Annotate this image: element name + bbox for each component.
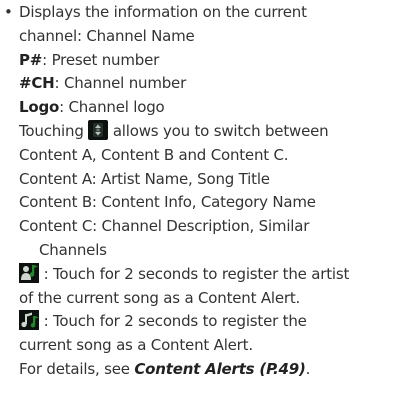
definition-term: #CH [19,74,55,93]
song-alert-line-2: current song as a Content Alert. [0,334,412,358]
details-suffix: . [305,359,311,378]
definition-term: P# [19,50,43,69]
content-a-line: Content A: Artist Name, Song Title [0,168,412,192]
content-c-text-1: Content C: Channel Description, Similar [19,217,310,236]
song-alert-line-1: : Touch for 2 seconds to register the [0,310,412,334]
content-c-line-2: Channels [0,239,412,263]
song-alert-text-1: : Touch for 2 seconds to register the [43,312,307,331]
touching-line-1: Touching allows you to switch between [0,119,412,144]
artist-alert-line-1: : Touch for 2 seconds to register the ar… [0,262,412,287]
definition-desc: : Preset number [42,50,160,69]
definition-desc: : Channel number [54,74,187,93]
content-c-line-1: Content C: Channel Description, Similar [0,215,412,239]
content-b-text: Content B: Content Info, Category Name [19,193,316,212]
bullet-marker: • [4,3,13,21]
artist-alert-line-2: of the current song as a Content Alert. [0,287,412,311]
touching-prefix: Touching [19,121,84,140]
touching-text-2: Content A, Content B and Content C. [19,145,289,164]
touching-line-2: Content A, Content B and Content C. [0,144,412,168]
song-alert-text-2: current song as a Content Alert. [19,336,253,355]
artist-alert-icon [19,262,39,283]
manual-text-block: • Displays the information on the curren… [0,1,412,382]
intro-line-1: • Displays the information on the curren… [0,1,412,25]
artist-alert-text-2: of the current song as a Content Alert. [19,288,301,307]
intro-line-2: channel: Channel Name [0,25,412,49]
content-switch-icon [88,119,109,140]
definition-logo: Logo: Channel logo [0,96,412,120]
intro-text-2: channel: Channel Name [19,26,195,45]
content-alerts-link[interactable]: Content Alerts (P.49) [134,360,305,378]
definition-term: Logo [19,98,60,117]
definition-preset: P#: Preset number [0,49,412,73]
content-b-line: Content B: Content Info, Category Name [0,191,412,215]
details-prefix: For details, see [19,359,135,378]
details-line: For details, see Content Alerts (P.49). [0,358,412,382]
intro-text-1: Displays the information on the current [19,3,307,21]
touching-suffix: allows you to switch between [112,121,329,140]
definition-channel: #CH: Channel number [0,72,412,96]
content-c-text-2: Channels [39,240,107,259]
content-a-text: Content A: Artist Name, Song Title [19,169,270,188]
song-alert-icon [19,310,39,331]
artist-alert-text-1: : Touch for 2 seconds to register the ar… [43,264,350,283]
definition-desc: : Channel logo [59,98,165,117]
